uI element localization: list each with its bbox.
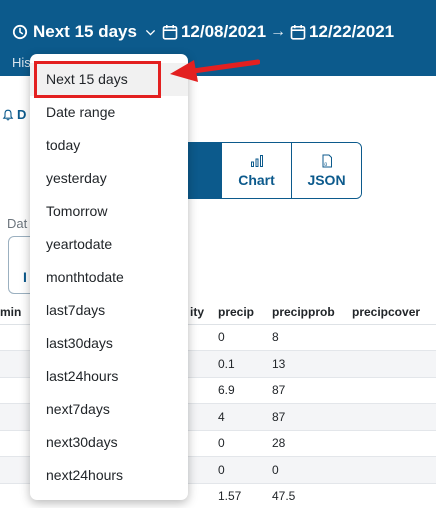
calendar-icon	[290, 25, 306, 40]
table-cell: 0	[218, 456, 272, 484]
table-cell	[352, 483, 436, 508]
table-cell	[352, 403, 436, 431]
alerts-label: D	[17, 107, 27, 122]
table-cell	[352, 430, 436, 457]
table-cell: 47.5	[272, 483, 352, 508]
end-date-value: 12/22/2021	[309, 22, 395, 41]
menu-item-today[interactable]: today	[30, 129, 188, 162]
menu-item-next7days[interactable]: next7days	[30, 393, 188, 426]
table-cell	[352, 377, 436, 404]
alerts-link[interactable]: D	[2, 107, 26, 122]
menu-item-last30days[interactable]: last30days	[30, 327, 188, 360]
json-file-icon: {}	[322, 154, 332, 167]
table-cell	[352, 456, 436, 484]
period-selector-button[interactable]: Next 15 days	[12, 22, 162, 42]
table-cell	[0, 403, 30, 431]
table-cell: 87	[272, 403, 352, 431]
table-cell: 1.57	[218, 483, 272, 508]
data-option-label: I	[23, 269, 27, 285]
history-tab[interactable]: His	[12, 55, 31, 70]
chart-view-button[interactable]: Chart	[221, 143, 291, 198]
table-cell: 13	[272, 350, 352, 378]
table-cell	[0, 350, 30, 378]
menu-item-monthtodate[interactable]: monthtodate	[30, 261, 188, 294]
annotation-highlight-box	[34, 61, 161, 98]
table-cell: 0.1	[218, 350, 272, 378]
period-label: Next 15 days	[33, 22, 137, 41]
calendar-icon	[162, 25, 178, 40]
start-date-picker[interactable]: 12/08/2021	[162, 22, 266, 42]
table-cell	[352, 350, 436, 378]
menu-item-yesterday[interactable]: yesterday	[30, 162, 188, 195]
table-cell	[0, 483, 30, 508]
data-section-label: Dat	[7, 216, 28, 231]
column-header[interactable]: precipprob	[272, 300, 352, 325]
table-cell	[0, 456, 30, 484]
menu-item-last24hours[interactable]: last24hours	[30, 360, 188, 393]
chart-button-label: Chart	[238, 171, 275, 188]
column-header[interactable]: min	[0, 300, 30, 325]
json-view-button[interactable]: {} JSON	[291, 143, 361, 198]
svg-text:{}: {}	[324, 161, 327, 165]
menu-item-yeartodate[interactable]: yeartodate	[30, 228, 188, 261]
table-cell	[0, 377, 30, 404]
chevron-down-icon	[145, 29, 156, 36]
bar-chart-icon	[250, 154, 263, 167]
table-cell: 4	[218, 403, 272, 431]
table-cell: 6.9	[218, 377, 272, 404]
table-cell: 0	[272, 456, 352, 484]
menu-item-next30days[interactable]: next30days	[30, 426, 188, 459]
table-cell: 0	[218, 324, 272, 351]
table-cell	[352, 324, 436, 351]
end-date-picker[interactable]: 12/22/2021	[290, 22, 394, 42]
date-period-row: Next 15 days 12/08/2021 → 12/22/2021	[12, 20, 394, 44]
json-button-label: JSON	[307, 171, 346, 188]
column-header[interactable]: precip	[218, 300, 272, 325]
bell-icon	[2, 109, 14, 120]
table-cell: 28	[272, 430, 352, 457]
period-dropdown-menu: Next 15 days Date range today yesterday …	[30, 54, 188, 500]
clock-icon	[12, 24, 28, 40]
date-range-arrow: →	[270, 23, 287, 40]
column-header[interactable]: precipcover	[352, 300, 436, 325]
table-cell: 8	[272, 324, 352, 351]
table-cell	[0, 324, 30, 351]
menu-item-next24hours[interactable]: next24hours	[30, 459, 188, 492]
menu-item-date-range[interactable]: Date range	[30, 96, 188, 129]
table-cell: 0	[218, 430, 272, 457]
menu-item-last7days[interactable]: last7days	[30, 294, 188, 327]
start-date-value: 12/08/2021	[180, 22, 267, 41]
table-cell: 87	[272, 377, 352, 404]
table-cell	[0, 430, 30, 457]
menu-item-tomorrow[interactable]: Tomorrow	[30, 195, 188, 228]
annotation-arrow-icon	[170, 59, 260, 82]
